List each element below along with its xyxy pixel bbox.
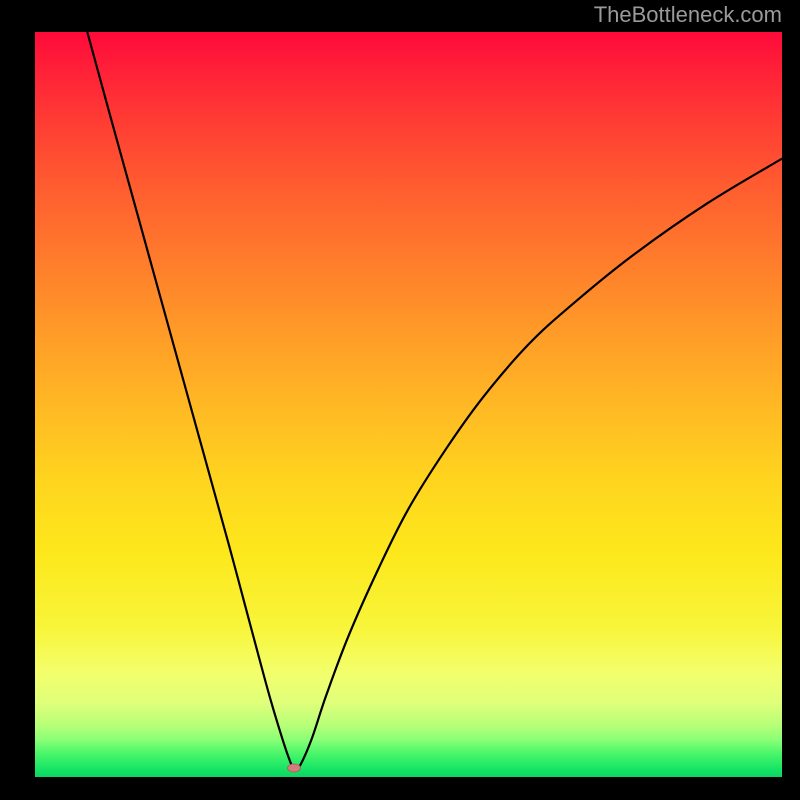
watermark-text: TheBottleneck.com bbox=[594, 2, 782, 28]
chart-plot-area bbox=[35, 32, 782, 777]
chart-curve-svg bbox=[35, 32, 782, 777]
bottleneck-curve bbox=[87, 32, 782, 771]
minimum-marker bbox=[287, 764, 301, 773]
